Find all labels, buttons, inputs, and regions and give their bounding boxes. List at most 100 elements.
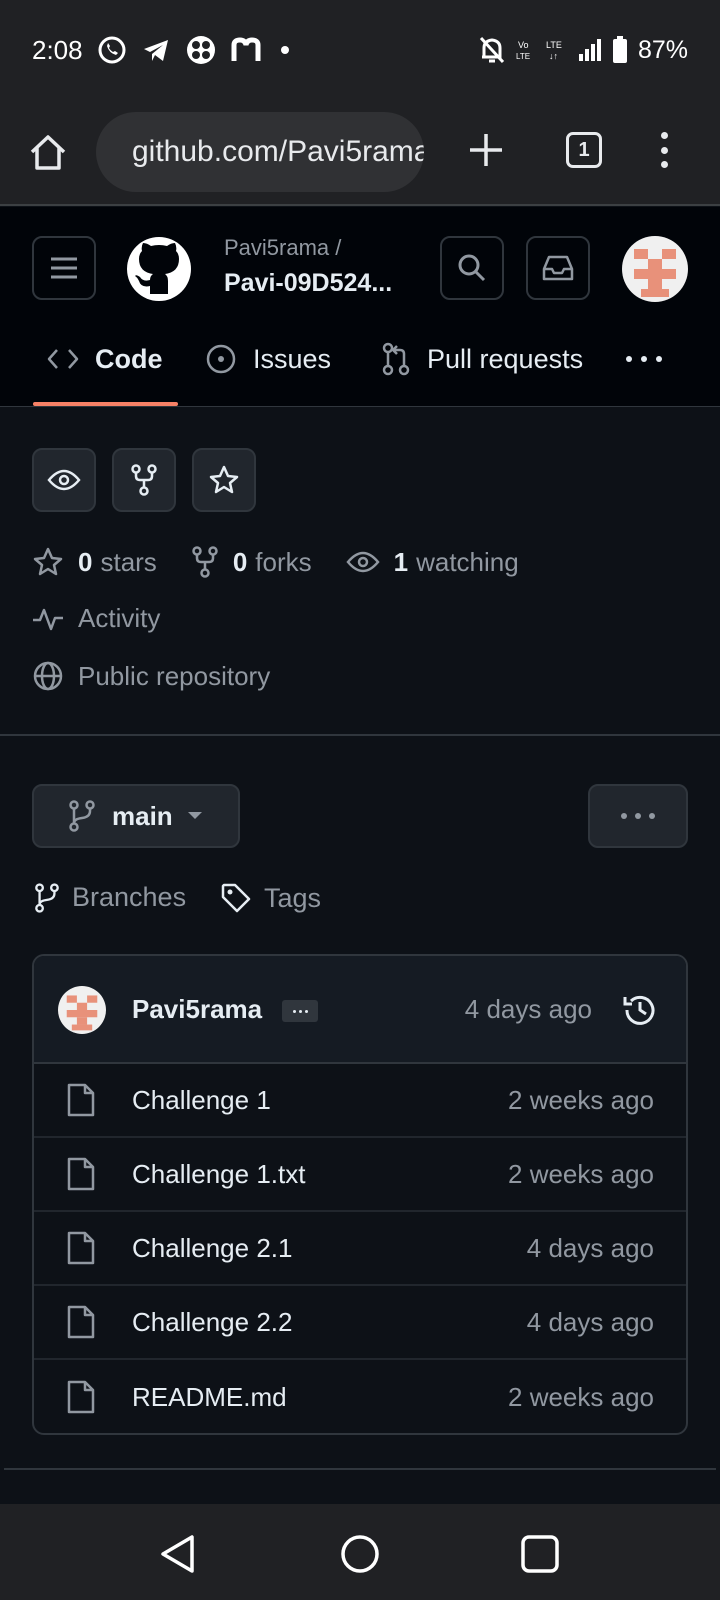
home-icon[interactable] — [26, 130, 70, 174]
branch-name: main — [112, 800, 173, 831]
status-bar: 2:08 Vo LTE LTE ↓↑ 87% — [0, 0, 720, 100]
new-tab-icon[interactable] — [466, 130, 506, 170]
tag-icon — [221, 883, 251, 913]
tab-switcher-button[interactable]: 1 — [566, 132, 602, 168]
commit-time: 4 days ago — [464, 994, 592, 1024]
commit-author-avatar[interactable] — [58, 986, 106, 1034]
file-row[interactable]: README.md 2 weeks ago — [34, 1360, 686, 1433]
volte-icon: Vo LTE — [516, 40, 530, 61]
tags-link[interactable]: Tags — [220, 882, 321, 914]
file-name[interactable]: Challenge 2.2 — [132, 1307, 292, 1338]
forks-link[interactable]: 0 forks — [191, 546, 312, 578]
svg-text:↓↑: ↓↑ — [549, 51, 558, 61]
tab-issues[interactable]: Issues — [205, 337, 331, 381]
url-text: github.com/Pavi5rama/Pavi-09D524 — [132, 135, 424, 168]
stars-link[interactable]: 0 stars — [32, 546, 157, 578]
commit-author[interactable]: Pavi5rama — [132, 994, 262, 1025]
branch-icon — [69, 800, 95, 832]
visibility-label: Public repository — [78, 660, 271, 691]
file-time: 2 weeks ago — [508, 1158, 654, 1189]
file-icon — [67, 1231, 95, 1265]
visibility-info: Public repository — [32, 660, 270, 692]
file-row[interactable]: Challenge 2.2 4 days ago — [34, 1286, 686, 1360]
watching-label: watching — [416, 546, 519, 577]
file-row[interactable]: Challenge 1.txt 2 weeks ago — [34, 1138, 686, 1212]
svg-text:LTE: LTE — [516, 52, 530, 61]
code-icon — [47, 349, 79, 369]
file-icon — [67, 1305, 95, 1339]
battery-percent: 87% — [637, 35, 688, 64]
file-time: 4 days ago — [526, 1306, 654, 1337]
home-nav-icon[interactable] — [338, 1532, 382, 1576]
whatsapp-icon — [98, 36, 126, 64]
inbox-icon — [542, 255, 574, 281]
file-name[interactable]: Challenge 2.1 — [132, 1233, 292, 1264]
file-time: 4 days ago — [526, 1232, 654, 1263]
file-row[interactable]: Challenge 1 2 weeks ago — [34, 1064, 686, 1138]
file-icon — [67, 1380, 95, 1414]
active-tab-indicator — [33, 402, 178, 406]
file-time: 2 weeks ago — [508, 1084, 654, 1115]
more-options-button[interactable] — [588, 784, 688, 848]
eye-icon — [345, 551, 380, 573]
tab-pull-requests[interactable]: Pull requests — [381, 337, 583, 381]
branches-link[interactable]: Branches — [34, 882, 186, 913]
fork-icon — [192, 546, 218, 578]
branch-icon — [35, 882, 59, 913]
menu-icon — [51, 257, 77, 279]
section-divider — [0, 734, 720, 736]
commit-message-toggle[interactable] — [282, 1000, 318, 1022]
m-icon — [231, 37, 261, 61]
github-header: Pavi5rama / Pavi-09D524... Code Issues P… — [0, 207, 720, 407]
file-icon — [67, 1157, 95, 1191]
branches-label: Branches — [72, 882, 187, 912]
tabs-more-button[interactable] — [626, 337, 662, 381]
issue-icon — [206, 344, 236, 374]
file-name[interactable]: Challenge 1 — [132, 1085, 271, 1116]
user-avatar[interactable] — [622, 236, 688, 302]
inbox-button[interactable] — [526, 236, 590, 300]
star-icon — [33, 547, 63, 576]
search-button[interactable] — [440, 236, 504, 300]
branch-select-button[interactable]: main — [32, 784, 240, 848]
watch-button[interactable] — [32, 448, 96, 512]
svg-text:LTE: LTE — [546, 40, 562, 50]
recents-icon[interactable] — [518, 1532, 562, 1576]
file-name[interactable]: README.md — [132, 1382, 287, 1413]
repo-tabs: Code Issues Pull requests — [0, 317, 720, 407]
stars-label: stars — [100, 546, 157, 577]
repo-name[interactable]: Pavi-09D524... — [224, 269, 392, 298]
fork-button[interactable] — [112, 448, 176, 512]
activity-label: Activity — [78, 603, 161, 633]
file-row[interactable]: Challenge 2.1 4 days ago — [34, 1212, 686, 1286]
tags-label: Tags — [264, 882, 322, 913]
file-time: 2 weeks ago — [508, 1381, 654, 1412]
tab-code[interactable]: Code — [47, 337, 163, 381]
file-list: Pavi5rama 4 days ago Challenge 1 2 weeks… — [32, 954, 688, 1435]
latest-commit-row: Pavi5rama 4 days ago — [34, 956, 686, 1064]
telegram-icon — [143, 40, 168, 61]
watching-count: 1 — [393, 546, 409, 577]
bell-off-icon — [479, 36, 505, 64]
svg-text:Vo: Vo — [518, 40, 529, 50]
history-icon[interactable] — [622, 992, 658, 1028]
repo-owner[interactable]: Pavi5rama / — [224, 235, 341, 261]
stars-count: 0 — [78, 546, 93, 577]
star-icon — [209, 465, 239, 494]
system-nav-bar — [0, 1504, 720, 1600]
github-logo-icon[interactable] — [126, 236, 192, 302]
star-button[interactable] — [192, 448, 256, 512]
file-name[interactable]: Challenge 1.txt — [132, 1159, 305, 1190]
activity-link[interactable]: Activity — [32, 603, 160, 634]
back-icon[interactable] — [156, 1532, 200, 1576]
file-icon — [67, 1083, 95, 1117]
forks-count: 0 — [232, 546, 248, 577]
tab-code-label: Code — [95, 343, 163, 374]
browser-menu-button[interactable] — [650, 128, 678, 172]
tab-issues-label: Issues — [253, 343, 332, 374]
url-bar[interactable]: github.com/Pavi5rama/Pavi-09D524 — [96, 112, 424, 192]
watching-link[interactable]: 1 watching — [345, 546, 519, 578]
pull-request-icon — [382, 342, 410, 376]
hamburger-menu-button[interactable] — [32, 236, 96, 300]
search-icon — [458, 254, 486, 282]
